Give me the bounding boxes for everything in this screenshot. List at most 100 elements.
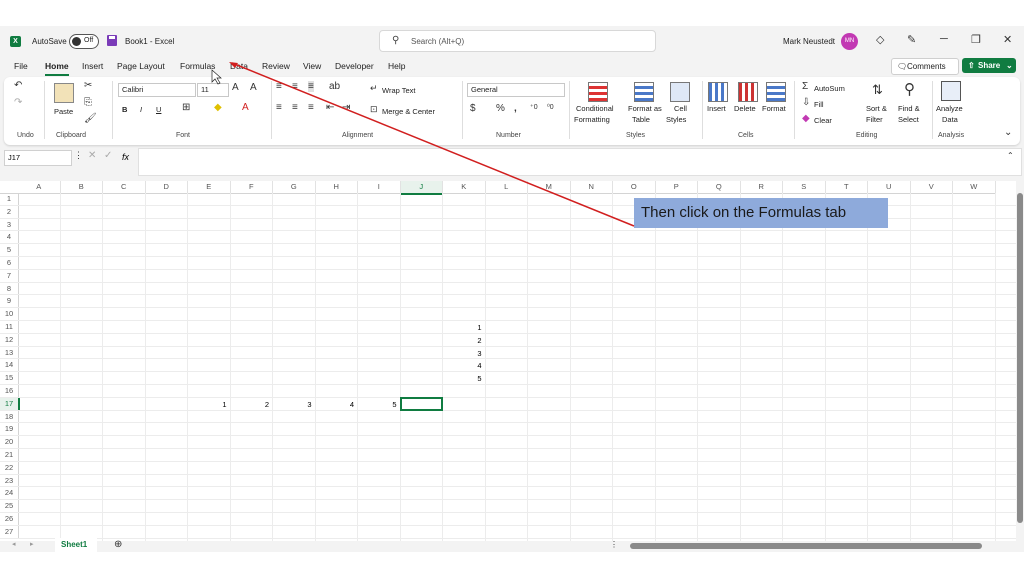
column-header[interactable]: K — [443, 181, 486, 194]
cell-value[interactable]: 5 — [358, 400, 396, 409]
column-header[interactable]: R — [740, 181, 783, 194]
row-header[interactable]: 9 — [0, 295, 19, 309]
cell-styles-label-1[interactable]: Cell — [674, 104, 687, 113]
format-as-table-label-2[interactable]: Table — [632, 115, 650, 124]
row-header[interactable]: 5 — [0, 244, 19, 257]
wrap-text-button[interactable]: Wrap Text — [382, 86, 416, 95]
column-header[interactable]: B — [60, 181, 103, 194]
search-box[interactable]: ⚲ Search (Alt+Q) — [379, 30, 656, 52]
minimize-icon[interactable]: ─ — [940, 33, 948, 45]
format-as-table-icon[interactable] — [634, 82, 654, 102]
row-header[interactable]: 16 — [0, 385, 19, 398]
insert-function-button[interactable]: fx — [122, 152, 129, 162]
pen-icon[interactable]: ✎ — [907, 33, 916, 46]
align-middle-icon[interactable]: ≡ — [292, 81, 298, 92]
cell-value[interactable]: 1 — [443, 323, 481, 332]
cell-value[interactable]: 2 — [443, 336, 481, 345]
align-center-icon[interactable]: ≡ — [292, 102, 298, 113]
formula-input[interactable]: ⌃ — [138, 148, 1022, 176]
close-icon[interactable]: ✕ — [1003, 33, 1012, 46]
row-header[interactable]: 14 — [0, 359, 19, 373]
column-header[interactable]: T — [825, 181, 868, 194]
format-cells-label[interactable]: Format — [762, 104, 786, 113]
fill-button[interactable]: Fill — [814, 100, 824, 109]
selected-cell[interactable] — [399, 396, 443, 411]
redo-icon[interactable]: ↷ — [14, 97, 22, 108]
column-header[interactable]: L — [485, 181, 528, 194]
avatar[interactable]: MN — [841, 33, 858, 50]
decrease-indent-icon[interactable]: ⇤ — [326, 102, 334, 113]
row-header[interactable]: 4 — [0, 231, 19, 245]
column-header[interactable]: I — [358, 181, 401, 194]
align-top-icon[interactable]: ≡ — [276, 81, 282, 92]
cancel-icon[interactable]: ✕ — [88, 150, 96, 161]
more-options-icon[interactable]: ⋮ — [74, 150, 83, 161]
conditional-formatting-label-1[interactable]: Conditional — [576, 104, 614, 113]
cell-value[interactable]: 3 — [273, 400, 311, 409]
currency-icon[interactable]: $ — [470, 103, 476, 114]
collapse-ribbon-icon[interactable]: ⌄ — [1004, 127, 1012, 138]
sheet-tab[interactable]: Sheet1 — [55, 538, 97, 552]
decrease-decimal-icon[interactable]: ⁰0 — [547, 103, 554, 111]
row-header[interactable]: 22 — [0, 461, 19, 475]
save-icon[interactable] — [107, 35, 117, 46]
tab-review[interactable]: Review — [262, 61, 290, 71]
column-header[interactable]: M — [528, 181, 571, 194]
find-select-label-2[interactable]: Select — [898, 115, 919, 124]
italic-button[interactable]: I — [140, 105, 142, 114]
add-sheet-icon[interactable]: ⊕ — [114, 539, 122, 550]
increase-font-icon[interactable]: A — [232, 82, 239, 93]
eraser-icon[interactable]: ◆ — [802, 113, 810, 124]
row-header[interactable]: 18 — [0, 410, 19, 424]
sort-filter-label-1[interactable]: Sort & — [866, 104, 887, 113]
autosum-button[interactable]: AutoSum — [814, 84, 845, 93]
column-header[interactable]: G — [273, 181, 316, 194]
column-header[interactable]: S — [783, 181, 826, 194]
format-painter-icon[interactable]: 🖌 — [84, 113, 97, 124]
tab-developer[interactable]: Developer — [335, 61, 374, 71]
row-header[interactable]: 11 — [0, 321, 19, 334]
column-header[interactable]: V — [910, 181, 953, 194]
row-header[interactable]: 19 — [0, 423, 19, 437]
font-name-dropdown[interactable]: Calibri — [118, 83, 196, 97]
cut-icon[interactable]: ✂ — [84, 80, 92, 91]
underline-button[interactable]: U — [156, 105, 161, 114]
cell-value[interactable]: 4 — [443, 361, 481, 370]
row-header[interactable]: 1 — [0, 193, 19, 206]
conditional-formatting-icon[interactable] — [588, 82, 608, 102]
find-select-label-1[interactable]: Find & — [898, 104, 920, 113]
column-header[interactable]: A — [18, 181, 61, 194]
bold-button[interactable]: B — [122, 105, 127, 114]
row-header[interactable]: 6 — [0, 257, 19, 270]
align-left-icon[interactable]: ≡ — [276, 102, 282, 113]
percent-icon[interactable]: % — [496, 103, 505, 114]
tab-help[interactable]: Help — [388, 61, 405, 71]
align-bottom-icon[interactable]: ≡ — [308, 81, 314, 92]
cell-value[interactable]: 1 — [188, 400, 226, 409]
cell-value[interactable]: 4 — [316, 400, 354, 409]
number-format-dropdown[interactable]: General — [467, 83, 565, 97]
column-header[interactable]: Q — [698, 181, 741, 194]
clear-button[interactable]: Clear — [814, 116, 832, 125]
delete-cells-icon[interactable] — [738, 82, 758, 102]
diamond-icon[interactable]: ◇ — [876, 33, 884, 46]
autosave-toggle[interactable]: Off — [69, 34, 99, 49]
borders-icon[interactable]: ⊞ — [182, 102, 190, 113]
fill-color-icon[interactable]: ◆ — [214, 102, 222, 113]
cell-styles-label-2[interactable]: Styles — [666, 115, 686, 124]
column-header[interactable]: W — [953, 181, 996, 194]
enter-icon[interactable]: ✓ — [104, 150, 112, 161]
cell-styles-icon[interactable] — [670, 82, 690, 102]
row-header[interactable]: 8 — [0, 282, 19, 296]
merge-center-button[interactable]: Merge & Center — [382, 107, 435, 116]
align-right-icon[interactable]: ≡ — [308, 102, 314, 113]
format-as-table-label-1[interactable]: Format as — [628, 104, 662, 113]
undo-icon[interactable]: ↶ — [14, 80, 22, 91]
expand-formula-icon[interactable]: ⌃ — [1007, 151, 1014, 160]
row-header[interactable]: 10 — [0, 308, 19, 321]
paste-icon[interactable] — [54, 83, 74, 103]
fill-icon[interactable]: ⇩ — [802, 97, 810, 108]
row-header[interactable]: 25 — [0, 500, 19, 513]
cell-value[interactable]: 3 — [443, 349, 481, 358]
orientation-icon[interactable]: ab — [329, 81, 340, 92]
